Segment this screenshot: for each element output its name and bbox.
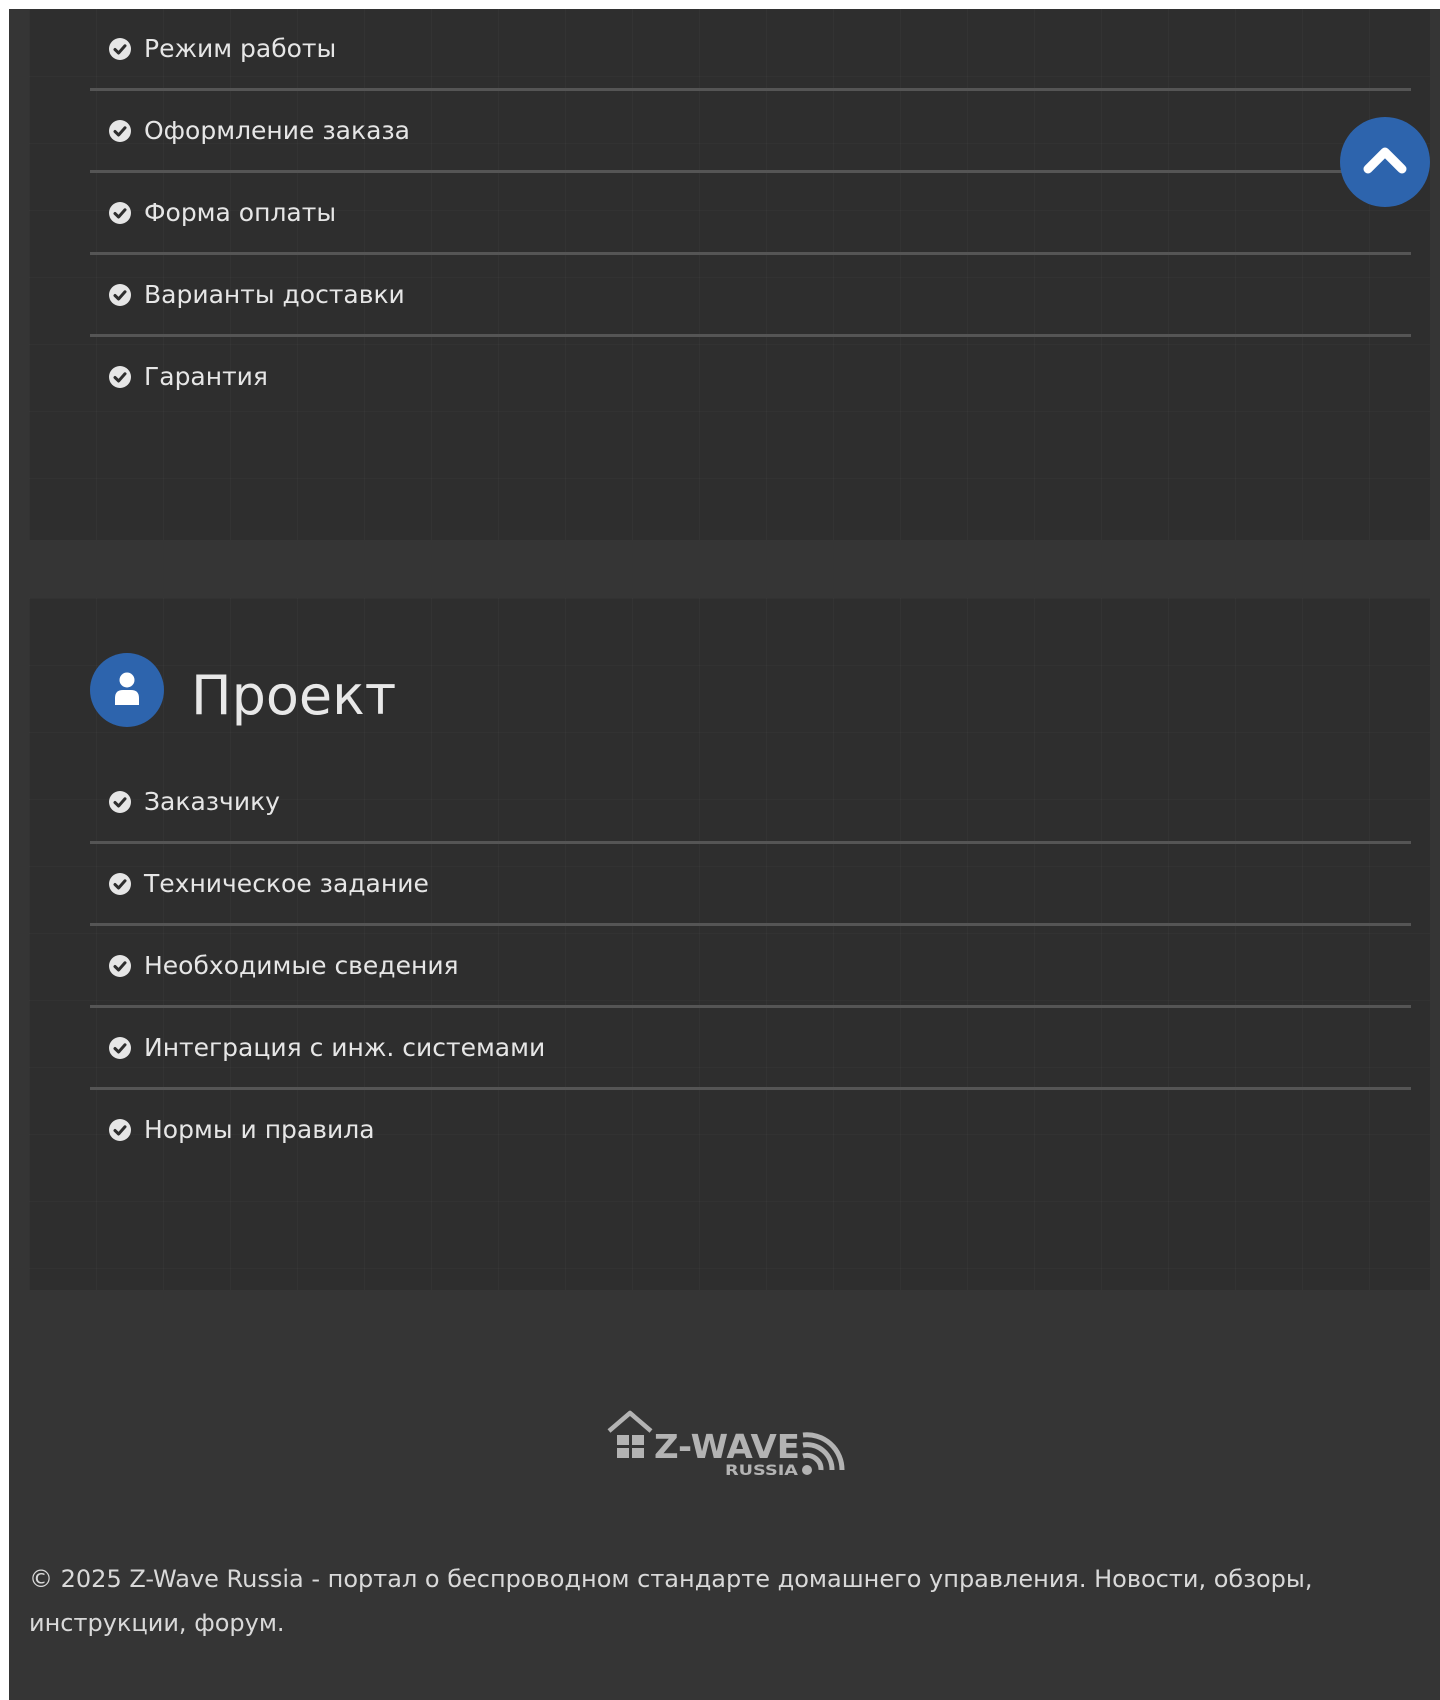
section-header: Проект xyxy=(90,653,690,729)
check-circle-icon xyxy=(109,366,131,388)
menu-link-customer[interactable]: Заказчику xyxy=(144,787,280,817)
check-circle-icon xyxy=(109,202,131,224)
list-item: Оформление заказа xyxy=(90,91,1411,173)
check-circle-icon xyxy=(109,1037,131,1059)
logo-wordmark: Z-WAVE xyxy=(654,1427,800,1466)
delivery-menu: Режим работы Оформление заказа Форма опл… xyxy=(90,9,1411,419)
copyright-text: © 2025 Z-Wave Russia - портал о беспрово… xyxy=(29,1565,1313,1637)
list-item: Необходимые сведения xyxy=(90,926,1411,1008)
chevron-up-icon xyxy=(1363,147,1407,174)
list-item: Гарантия xyxy=(90,337,1411,419)
user-icon xyxy=(90,653,164,727)
section-title: Проект xyxy=(191,664,397,727)
list-item: Интеграция с инж. системами xyxy=(90,1008,1411,1090)
project-menu: Заказчику Техническое задание Необходимы… xyxy=(90,762,1411,1172)
check-circle-icon xyxy=(109,120,131,142)
menu-link-order[interactable]: Оформление заказа xyxy=(144,116,410,146)
menu-link-technical-spec[interactable]: Техническое задание xyxy=(144,869,429,899)
list-item: Форма оплаты xyxy=(90,173,1411,255)
menu-link-payment[interactable]: Форма оплаты xyxy=(144,198,336,228)
check-circle-icon xyxy=(109,955,131,977)
delivery-panel: Режим работы Оформление заказа Форма опл… xyxy=(29,9,1430,540)
menu-link-required-info[interactable]: Необходимые сведения xyxy=(144,951,459,981)
scroll-top-button[interactable] xyxy=(1340,117,1430,207)
menu-link-delivery[interactable]: Варианты доставки xyxy=(144,280,405,310)
logo-subtext: RUSSIA xyxy=(725,1463,798,1479)
check-circle-icon xyxy=(109,1119,131,1141)
menu-link-warranty[interactable]: Гарантия xyxy=(144,362,268,392)
footer-logo[interactable]: Z-WAVE RUSSIA xyxy=(606,1401,858,1481)
house-icon xyxy=(607,1410,653,1458)
list-item: Техническое задание xyxy=(90,844,1411,926)
list-item: Нормы и правила xyxy=(90,1090,1411,1172)
menu-link-norms[interactable]: Нормы и правила xyxy=(144,1115,375,1145)
list-item: Режим работы xyxy=(90,9,1411,91)
list-item: Заказчику xyxy=(90,762,1411,844)
check-circle-icon xyxy=(109,791,131,813)
check-circle-icon xyxy=(109,38,131,60)
menu-link-work-hours[interactable]: Режим работы xyxy=(144,34,336,64)
list-item: Варианты доставки xyxy=(90,255,1411,337)
page: Режим работы Оформление заказа Форма опл… xyxy=(9,9,1440,1700)
check-circle-icon xyxy=(109,284,131,306)
check-circle-icon xyxy=(109,873,131,895)
menu-link-integration[interactable]: Интеграция с инж. системами xyxy=(144,1033,545,1063)
project-panel: Проект Заказчику Техническое задание Нео… xyxy=(29,598,1430,1290)
wireless-signal-icon xyxy=(802,1432,845,1475)
